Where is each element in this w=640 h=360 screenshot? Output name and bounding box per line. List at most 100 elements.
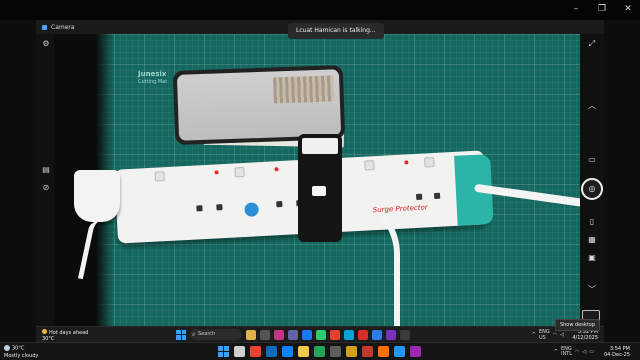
document-mode-icon[interactable]: ▯ — [586, 216, 598, 228]
strip-switch — [234, 166, 245, 178]
hdr-icon[interactable]: ▤ — [40, 164, 52, 176]
photo-mode-icon[interactable]: ▣ — [586, 252, 598, 264]
camera-viewfinder: Junesix Cutting Mat Surge Protector — [54, 34, 580, 326]
app-icon[interactable] — [314, 346, 325, 357]
remote-language[interactable]: ENG US — [539, 329, 550, 341]
charger-label — [302, 138, 338, 154]
wifi-icon[interactable]: ◠ — [575, 349, 579, 355]
strip-switch — [154, 171, 165, 182]
timer-icon[interactable]: ⊘ — [40, 182, 52, 194]
minimize-icon[interactable]: – — [570, 2, 582, 16]
chevron-up-icon[interactable]: ^ — [532, 332, 536, 338]
remote-weather-widget[interactable]: Hot days ahead 30°C — [42, 329, 88, 342]
chrome-icon[interactable] — [250, 346, 261, 357]
app-icon[interactable] — [330, 346, 341, 357]
edge-icon[interactable] — [372, 329, 382, 340]
strip-led — [214, 170, 219, 175]
remote-weather-title: Hot days ahead — [49, 330, 89, 336]
media-icon[interactable] — [386, 329, 396, 340]
strip-socket — [196, 205, 203, 212]
app-icon[interactable] — [394, 346, 405, 357]
talking-banner: Lcuat Hamican is talking... — [288, 23, 384, 39]
mat-brand-label: Junesix Cutting Mat — [138, 70, 167, 86]
host-system-tray: ^ ENG INTL ◠ ◁ ▭ — [554, 347, 594, 357]
volume-icon[interactable]: ◁ — [560, 332, 564, 338]
restore-icon[interactable]: ❐ — [596, 2, 608, 16]
camera-taskbar-icon[interactable] — [400, 329, 410, 340]
lang-bottom: US — [538, 335, 546, 341]
chevron-up-icon[interactable]: ^ — [554, 349, 558, 355]
close-icon[interactable]: ✕ — [622, 2, 634, 16]
remote-date: 4/12/2025 — [572, 335, 598, 341]
widgets-icon[interactable] — [246, 329, 256, 340]
mat-brand-name: Junesix — [138, 70, 167, 78]
host-taskbar: 30°C Mostly cloudy ^ ENG INTL ◠ ◁ ▭ 3:54… — [0, 342, 640, 360]
mat-brand-subtitle: Cutting Mat — [138, 79, 168, 85]
strip-led — [404, 160, 409, 165]
camera-right-controls: ⤢ ︿ ▭ ◎ ▯ ▦ ▣ ﹀ — [580, 34, 604, 328]
app-icon[interactable] — [330, 329, 340, 340]
camera-left-controls: ⚙ ▤ ⊘ — [40, 34, 52, 326]
task-view-icon[interactable] — [260, 329, 270, 340]
battery-icon[interactable]: ▭ — [589, 349, 594, 355]
store-icon[interactable] — [344, 329, 354, 340]
cloud-icon — [4, 345, 10, 351]
show-desktop-tooltip: Show desktop — [554, 319, 600, 331]
app-icon[interactable] — [378, 346, 389, 357]
file-explorer-icon[interactable] — [298, 346, 309, 357]
chevron-down-icon[interactable]: ﹀ — [586, 284, 598, 296]
file-icon[interactable] — [234, 346, 245, 357]
smartphone — [172, 65, 346, 145]
remote-desktop-icon[interactable] — [282, 346, 293, 357]
windows-start-icon[interactable] — [176, 329, 186, 340]
app-icon[interactable] — [346, 346, 357, 357]
lang-bottom: INTL — [560, 351, 573, 357]
host-weather-temp: 30°C — [12, 345, 25, 352]
barcode-icon[interactable]: ▦ — [586, 234, 598, 246]
xbox-icon[interactable] — [316, 329, 326, 340]
remote-taskbar: Hot days ahead 30°C Search ^ — [36, 319, 604, 342]
strip-led — [274, 167, 279, 172]
white-plug — [74, 170, 120, 222]
app-icon[interactable] — [410, 346, 421, 357]
volume-icon[interactable]: ◁ — [582, 349, 586, 355]
sun-icon — [42, 329, 47, 334]
shutter-button[interactable]: ◎ — [581, 178, 603, 200]
remote-search-box[interactable]: Search — [190, 329, 242, 340]
host-window-controls: – ❐ ✕ — [570, 2, 634, 16]
camera-app-icon — [42, 24, 47, 30]
strip-switch — [364, 160, 375, 171]
phone-screen — [176, 69, 342, 141]
chevron-up-icon[interactable]: ︿ — [586, 100, 598, 112]
host-language[interactable]: ENG INTL — [561, 347, 572, 357]
strip-socket — [433, 192, 441, 200]
video-mode-icon[interactable]: ▭ — [586, 154, 598, 166]
window-title: Camera — [51, 23, 75, 31]
phone-screen-image — [273, 75, 334, 104]
host-clock[interactable]: 3:54 PM 04-Dec-25 — [604, 346, 630, 358]
wifi-icon[interactable]: ◠ — [553, 332, 557, 338]
remote-taskbar-apps: Search — [176, 329, 410, 340]
instagram-icon[interactable] — [274, 329, 284, 340]
settings-icon[interactable]: ⚙ — [40, 38, 52, 50]
strip-socket — [415, 193, 423, 200]
edge-icon[interactable] — [266, 346, 277, 357]
facebook-icon[interactable] — [302, 329, 312, 340]
fullscreen-icon[interactable]: ⤢ — [586, 38, 598, 50]
strip-switch — [424, 156, 435, 168]
remote-clock[interactable]: 3:52 PM 4/12/2025 Show desktop — [554, 319, 600, 341]
desktop-screen: – ❐ ✕ Camera Lcuat Hamican is talking...… — [0, 0, 640, 360]
host-date: 04-Dec-25 — [603, 352, 630, 358]
safety-logo — [244, 202, 259, 217]
teams-icon[interactable] — [288, 329, 298, 340]
strip-socket — [276, 200, 283, 208]
office-icon[interactable] — [358, 329, 368, 340]
host-taskbar-apps — [218, 346, 421, 357]
strip-socket — [216, 204, 223, 211]
usb-charger — [298, 134, 342, 242]
host-weather-widget[interactable]: 30°C Mostly cloudy — [4, 345, 38, 360]
windows-start-icon[interactable] — [218, 346, 229, 357]
gmail-icon[interactable] — [362, 346, 373, 357]
charger-port — [312, 186, 326, 196]
remote-session-window: Camera Lcuat Hamican is talking... ⚙ ▤ ⊘… — [36, 20, 604, 342]
